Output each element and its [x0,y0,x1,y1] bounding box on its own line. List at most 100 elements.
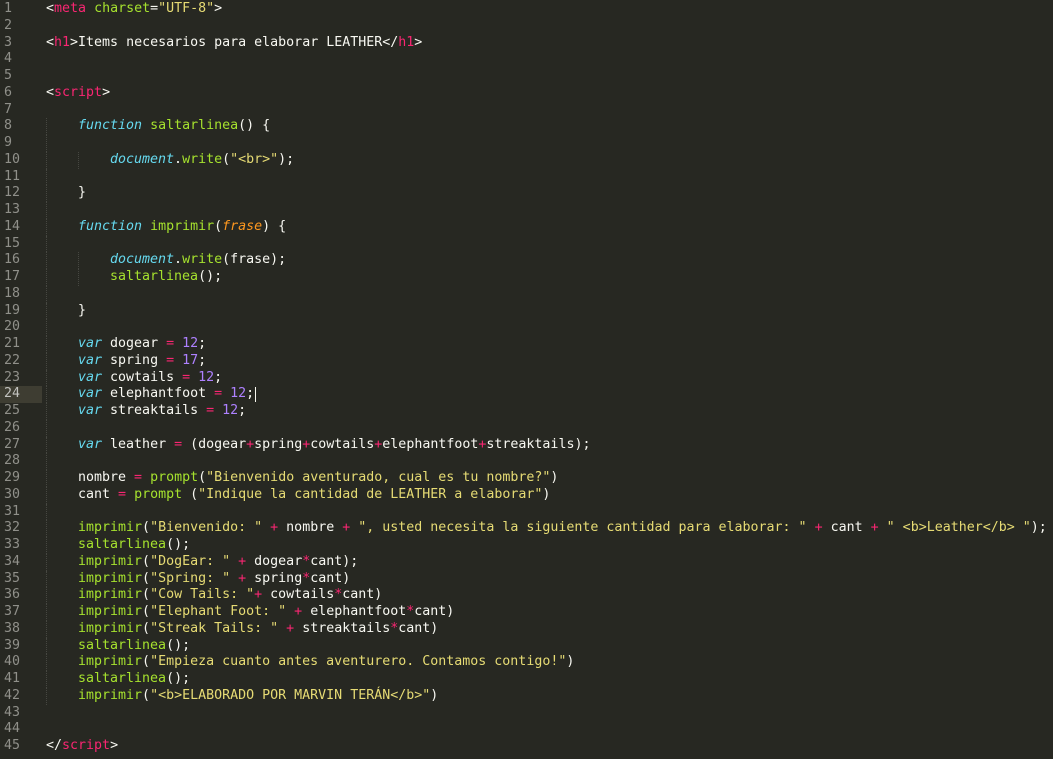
code-editor[interactable]: 1 <meta charset="UTF-8"> 2 3 <h1>Items neces… [0,0,1053,759]
code-text[interactable]: var cowtails = 12; [78,370,222,387]
code-line[interactable]: 30 cant = prompt ("Indique la cantidad de… [0,486,1053,504]
code-text[interactable]: saltarlinea(); [78,671,190,688]
line-number: 39 [4,637,21,653]
code-text[interactable]: var streaktails = 12; [78,403,246,420]
code-line[interactable]: 5 [0,68,1053,85]
code-line[interactable]: 39 saltarlinea(); [0,637,1053,655]
code-text[interactable]: <h1>Items necesarios para elaborar LEATH… [46,35,422,52]
code-token: ); [1030,520,1047,536]
code-line[interactable]: 29 nombre = prompt("Bienvenido aventurado… [0,470,1053,487]
code-line[interactable]: 15 [0,235,1053,253]
code-line[interactable]: 13 [0,202,1053,219]
indent-guide [46,470,47,487]
code-token: spring [246,570,303,586]
code-text[interactable]: <meta charset="UTF-8"> [46,1,222,18]
code-line[interactable]: 33 saltarlinea(); [0,537,1053,554]
code-line[interactable]: 16 document.write(frase); [0,252,1053,269]
code-line[interactable]: 11 [0,168,1053,186]
code-text[interactable]: var dogear = 12; [78,336,206,353]
code-line[interactable]: 26 [0,419,1053,437]
code-token: = [206,403,215,418]
code-text[interactable]: var spring = 17; [78,353,206,370]
line-number: 33 [4,537,21,552]
code-line[interactable]: 23 var cowtails = 12; [0,369,1053,387]
code-text[interactable]: document.write("<br>"); [110,152,294,169]
code-line[interactable]: 21 var dogear = 12; [0,336,1053,353]
code-line[interactable]: 35 imprimir("Spring: " + spring*cant) [0,570,1053,588]
code-line[interactable]: 7 [0,102,1053,119]
code-token: imprimir [78,553,143,569]
code-token: spring [102,352,167,368]
code-text[interactable]: document.write(frase); [110,252,286,269]
code-line[interactable]: 6 <script> [0,85,1053,102]
code-text[interactable]: imprimir("Spring: " + spring*cant) [78,571,350,588]
indent-guide [46,135,47,152]
code-line[interactable]: 44 [0,721,1053,738]
code-line[interactable]: 24 var elephantfoot = 12; [0,386,1053,403]
code-token: < [46,1,55,16]
code-token: + [238,570,247,586]
code-line[interactable]: 31 [0,503,1053,521]
code-line[interactable]: 10 document.write("<br>"); [0,151,1053,169]
code-line[interactable]: 18 [0,285,1053,303]
code-text[interactable]: imprimir("Elephant Foot: " + elephantfoo… [78,604,454,621]
code-text[interactable]: function saltarlinea() { [78,118,270,135]
code-line[interactable]: 4 [0,51,1053,68]
code-token: ; [238,403,247,418]
code-line[interactable]: 25 var streaktails = 12; [0,403,1053,420]
code-line[interactable]: 3 <h1>Items necesarios para elaborar LEAT… [0,35,1053,52]
code-text[interactable]: imprimir("DogEar: " + dogear*cant); [78,554,358,571]
code-line[interactable]: 1 <meta charset="UTF-8"> [0,1,1053,18]
code-token: = [134,470,143,485]
code-line[interactable]: 38 imprimir("Streak Tails: " + streaktail… [0,620,1053,638]
code-text[interactable]: imprimir("Cow Tails: "+ cowtails*cant) [78,587,382,604]
code-text[interactable]: function imprimir(frase) { [78,219,286,236]
indent-guide [46,654,47,671]
code-text[interactable]: imprimir("Streak Tails: " + streaktails*… [78,621,438,638]
code-text[interactable]: } [78,185,86,202]
code-token: saltarlinea [78,637,167,653]
code-line[interactable]: 42 imprimir("<b>ELABORADO POR MARVIN TERÁ… [0,687,1053,705]
code-token: = [166,336,175,351]
code-text[interactable]: saltarlinea(); [78,638,190,655]
code-text[interactable]: imprimir("<b>ELABORADO POR MARVIN TERÁN<… [78,688,438,705]
code-text[interactable]: </script> [46,738,118,755]
code-line[interactable]: 17 saltarlinea(); [0,269,1053,286]
code-line[interactable]: 32 imprimir("Bienvenido: " + nombre + ", … [0,520,1053,537]
code-line[interactable]: 22 var spring = 17; [0,352,1053,370]
code-text[interactable]: saltarlinea(); [78,537,190,554]
code-text[interactable]: cant = prompt ("Indique la cantidad de L… [78,487,550,504]
code-line[interactable]: 45 </script> [0,738,1053,755]
code-line[interactable]: 8 function saltarlinea() { [0,118,1053,135]
code-line[interactable]: 2 [0,18,1053,35]
line-number: 25 [4,403,21,418]
code-line[interactable]: 20 [0,319,1053,336]
code-line[interactable]: 27 var leather = (dogear+spring+cowtails+… [0,436,1053,454]
code-line[interactable]: 14 function imprimir(frase) { [0,218,1053,236]
code-line[interactable]: 37 imprimir("Elephant Foot: " + elephantf… [0,604,1053,621]
code-text[interactable]: imprimir("Bienvenido: " + nombre + ", us… [78,520,1047,537]
line-number: 38 [4,620,21,636]
code-line[interactable]: 41 saltarlinea(); [0,671,1053,688]
code-line[interactable]: 34 imprimir("DogEar: " + dogear*cant); [0,553,1053,571]
code-text[interactable]: <script> [46,85,110,102]
indent-guide [46,503,47,521]
code-line[interactable]: 12} [0,185,1053,202]
code-line[interactable]: 9 [0,135,1053,152]
code-token: ( [142,587,151,603]
code-line[interactable]: 43 [0,705,1053,722]
code-line[interactable]: 28 [0,453,1053,470]
code-text[interactable]: imprimir("Empieza cuanto antes aventurer… [78,654,574,671]
code-line[interactable]: 36 imprimir("Cow Tails: "+ cowtails*cant) [0,587,1053,604]
code-line[interactable]: 40 imprimir("Empieza cuanto antes aventur… [0,654,1053,671]
code-token: nombre [278,520,343,536]
code-line[interactable]: 19} [0,302,1053,320]
code-text[interactable]: var leather = (dogear+spring+cowtails+el… [78,437,590,454]
code-text[interactable]: nombre = prompt("Bienvenido aventurado, … [78,470,558,487]
code-text[interactable]: } [78,303,86,320]
code-text[interactable]: saltarlinea(); [110,269,222,286]
line-number: 29 [4,470,21,485]
code-token: cant) [414,604,455,619]
code-text[interactable]: var elephantfoot = 12; [78,386,254,403]
code-token: saltarlinea [110,269,199,284]
